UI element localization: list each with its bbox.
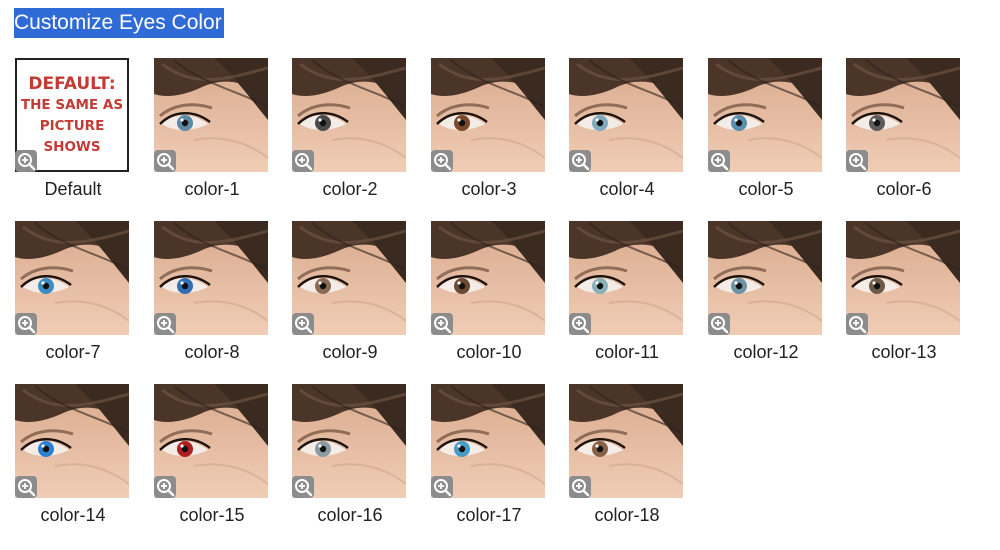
eye-color-option-color-2[interactable]: color-2 [292, 58, 408, 201]
eye-color-option-label: color-2 [322, 179, 378, 199]
zoom-in-icon[interactable] [431, 150, 453, 172]
zoom-in-icon[interactable] [15, 476, 37, 498]
eye-color-option-color-14[interactable]: color-14 [15, 384, 131, 527]
default-box-line3: PICTURE [39, 117, 105, 134]
zoom-in-icon[interactable] [15, 150, 37, 172]
eye-color-option-color-10[interactable]: color-10 [431, 221, 547, 364]
eye-color-option-color-8[interactable]: color-8 [154, 221, 270, 364]
eye-color-swatch[interactable] [708, 221, 822, 335]
eye-color-option-color-6[interactable]: color-6 [846, 58, 962, 201]
eye-color-option-label: color-14 [40, 505, 106, 525]
eye-color-option-label: color-5 [738, 179, 794, 199]
eye-color-option-label: color-18 [594, 505, 660, 525]
eye-color-option-label: color-8 [184, 342, 240, 362]
default-box-line2: THE SAME AS [20, 96, 124, 113]
zoom-in-icon[interactable] [846, 313, 868, 335]
eye-color-swatch[interactable] [569, 58, 683, 172]
eye-color-swatch[interactable] [292, 221, 406, 335]
eye-color-swatch[interactable] [569, 221, 683, 335]
eye-color-option-color-3[interactable]: color-3 [431, 58, 547, 201]
eye-color-option-label: color-11 [595, 342, 659, 362]
eye-color-swatch[interactable] [292, 58, 406, 172]
zoom-in-icon[interactable] [154, 313, 176, 335]
zoom-in-icon[interactable] [15, 313, 37, 335]
eye-color-option-color-9[interactable]: color-9 [292, 221, 408, 364]
zoom-in-icon[interactable] [292, 150, 314, 172]
eye-color-swatch[interactable] [15, 221, 129, 335]
eye-color-swatch[interactable] [569, 384, 683, 498]
eye-color-option-label: color-7 [45, 342, 101, 362]
eye-color-swatch[interactable] [846, 58, 960, 172]
eye-color-option-label: color-13 [871, 342, 937, 362]
eye-color-option-label: color-12 [733, 342, 799, 362]
eye-color-swatch[interactable] [15, 384, 129, 498]
eye-color-option-color-1[interactable]: color-1 [154, 58, 270, 201]
eye-color-swatch[interactable] [292, 384, 406, 498]
zoom-in-icon[interactable] [431, 313, 453, 335]
eye-color-option-color-17[interactable]: color-17 [431, 384, 547, 527]
zoom-in-icon[interactable] [708, 313, 730, 335]
eye-color-swatch[interactable] [708, 58, 822, 172]
default-box-line1: DEFAULT: [28, 73, 116, 94]
zoom-in-icon[interactable] [569, 150, 591, 172]
eye-color-swatch[interactable] [154, 58, 268, 172]
zoom-in-icon[interactable] [708, 150, 730, 172]
eye-color-option-color-18[interactable]: color-18 [569, 384, 685, 527]
eye-color-swatch[interactable] [154, 384, 268, 498]
eye-color-swatch[interactable] [431, 58, 545, 172]
zoom-in-icon[interactable] [154, 476, 176, 498]
eye-color-option-color-11[interactable]: color-11 [569, 221, 685, 364]
eye-color-swatch[interactable] [154, 221, 268, 335]
zoom-in-icon[interactable] [292, 313, 314, 335]
eye-color-option-label: color-6 [876, 179, 932, 199]
zoom-in-icon[interactable] [569, 313, 591, 335]
zoom-in-icon[interactable] [569, 476, 591, 498]
default-box-line4: SHOWS [43, 138, 101, 155]
eye-color-option-color-5[interactable]: color-5 [708, 58, 824, 201]
eye-color-option-color-4[interactable]: color-4 [569, 58, 685, 201]
eye-color-option-default[interactable]: DEFAULT: THE SAME AS PICTURE SHOWS Default [15, 58, 131, 201]
eye-color-options-grid: DEFAULT: THE SAME AS PICTURE SHOWS Default co… [0, 0, 1000, 550]
zoom-in-icon[interactable] [292, 476, 314, 498]
eye-color-option-label: color-3 [461, 179, 517, 199]
zoom-in-icon[interactable] [846, 150, 868, 172]
eye-color-option-color-7[interactable]: color-7 [15, 221, 131, 364]
eye-color-option-color-13[interactable]: color-13 [846, 221, 962, 364]
zoom-in-icon[interactable] [431, 476, 453, 498]
eye-color-option-label: color-15 [179, 505, 245, 525]
eye-color-option-label: color-9 [322, 342, 378, 362]
eye-color-swatch[interactable] [846, 221, 960, 335]
eye-color-swatch[interactable] [431, 384, 545, 498]
eye-color-option-label: color-16 [317, 505, 383, 525]
eye-color-swatch[interactable] [431, 221, 545, 335]
eye-color-option-label: color-1 [184, 179, 240, 199]
eye-color-option-label: color-4 [599, 179, 655, 199]
eye-color-option-color-12[interactable]: color-12 [708, 221, 824, 364]
default-swatch[interactable]: DEFAULT: THE SAME AS PICTURE SHOWS [15, 58, 129, 172]
eye-color-option-label: Default [44, 179, 102, 199]
eye-color-option-label: color-10 [456, 342, 522, 362]
eye-color-option-label: color-17 [456, 505, 522, 525]
eye-color-option-color-16[interactable]: color-16 [292, 384, 408, 527]
eye-color-option-color-15[interactable]: color-15 [154, 384, 270, 527]
zoom-in-icon[interactable] [154, 150, 176, 172]
